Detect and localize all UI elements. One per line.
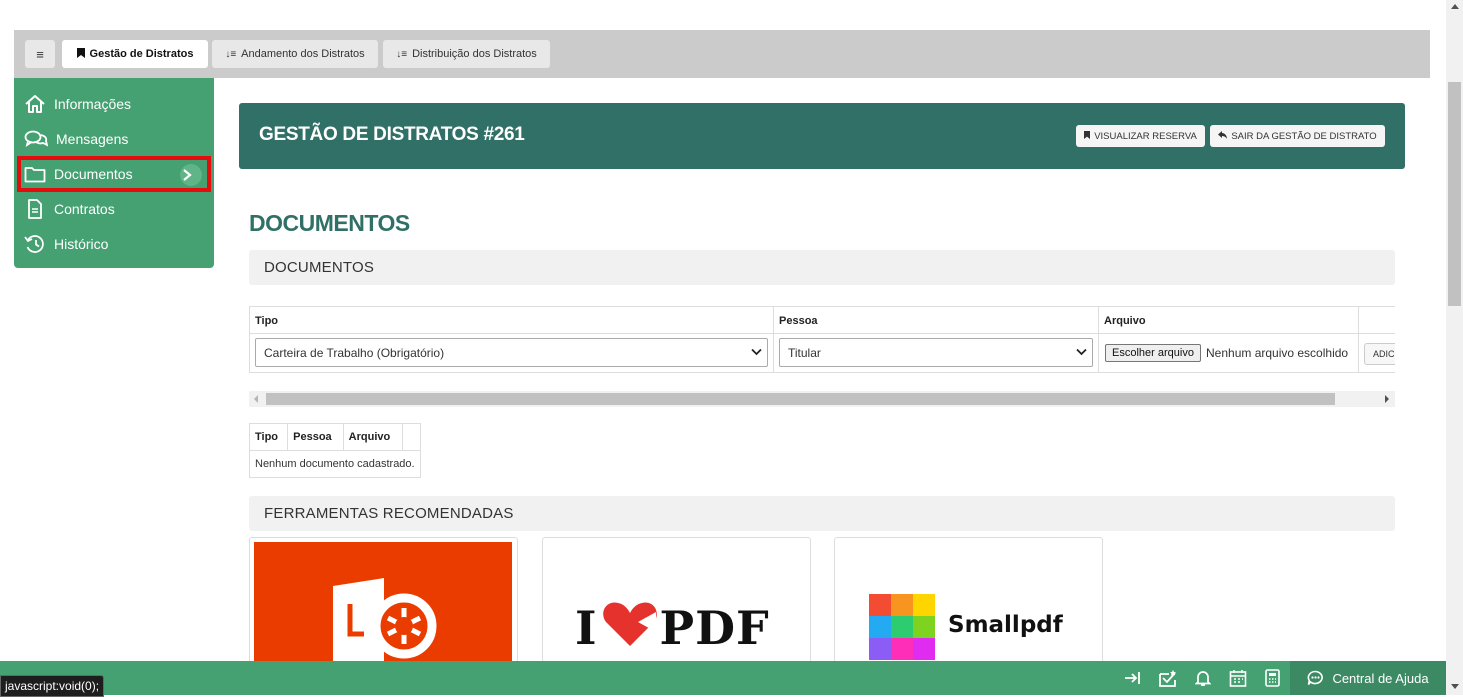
- tools-panel-header: FERRAMENTAS RECOMENDADAS: [249, 496, 1395, 531]
- column-header-action: [1358, 306, 1395, 334]
- help-center-button[interactable]: Central de Ajuda: [1290, 661, 1446, 695]
- sort-icon: ↓≡: [225, 48, 237, 60]
- sidebar-item-documentos[interactable]: Documentos: [17, 156, 211, 192]
- column-header-pessoa: Pessoa: [773, 306, 1099, 334]
- bottom-bar: Central de Ajuda: [0, 661, 1446, 695]
- scroll-right-arrow-icon[interactable]: [1385, 395, 1389, 403]
- sidebar-item-label: Histórico: [54, 236, 109, 252]
- scroll-up-arrow-icon[interactable]: [1451, 4, 1459, 9]
- scroll-down-arrow-icon[interactable]: [1451, 684, 1459, 689]
- reply-icon: [1218, 131, 1228, 141]
- ilovepdf-logo: I PDF: [575, 600, 770, 655]
- menu-toggle-button[interactable]: ≡: [25, 40, 55, 68]
- sidebar-item-informacoes[interactable]: Informações: [20, 89, 208, 119]
- column-header-action: [401, 423, 421, 451]
- calendar-star-icon[interactable]: [1158, 669, 1178, 687]
- page-header: GESTÃO DE DISTRATOS #261 VISUALIZAR RESE…: [239, 103, 1405, 169]
- column-header-pessoa: Pessoa: [287, 423, 344, 451]
- folder-icon: [24, 167, 46, 183]
- scrollbar-thumb[interactable]: [1448, 82, 1461, 306]
- collapse-right-icon[interactable]: [1124, 669, 1142, 687]
- scrollbar-thumb[interactable]: [266, 393, 1335, 405]
- horizontal-scrollbar[interactable]: [249, 391, 1395, 407]
- tool-card-ilovepdf[interactable]: I PDF: [542, 537, 811, 667]
- column-header-tipo: Tipo: [249, 306, 774, 334]
- vertical-scrollbar[interactable]: [1446, 0, 1463, 695]
- smallpdf-wordmark: Smallpdf: [948, 612, 1063, 638]
- button-label: SAIR DA GESTÃO DE DISTRATO: [1231, 130, 1377, 142]
- table-header-row: Tipo Pessoa Arquivo: [248, 423, 421, 451]
- table-row: Nenhum documento cadastrado.: [249, 450, 421, 478]
- empty-message: Nenhum documento cadastrado.: [249, 450, 421, 478]
- logo-text-pdf: PDF: [659, 601, 770, 655]
- add-button-clip: ADIC: [1359, 333, 1395, 373]
- bookmark-icon: [1084, 131, 1091, 141]
- tab-label: Distribuição dos Distratos: [412, 48, 537, 60]
- sidebar-item-contratos[interactable]: Contratos: [20, 194, 208, 224]
- file-status-text: Nenhum arquivo escolhido: [1206, 346, 1349, 360]
- sidebar-item-label: Documentos: [54, 166, 133, 182]
- status-bar-url: javascript:void(0);: [0, 675, 105, 697]
- tab-label: Andamento dos Distratos: [241, 48, 365, 60]
- bookmark-icon: [76, 47, 85, 61]
- tipo-select[interactable]: Carteira de Trabalho (Obrigatório): [255, 338, 768, 368]
- scroll-left-arrow-icon[interactable]: [254, 395, 258, 403]
- history-icon: [24, 235, 44, 253]
- tool-card-office-lens[interactable]: [249, 537, 518, 667]
- help-label: Central de Ajuda: [1332, 670, 1429, 686]
- logo-text-i: I: [575, 601, 598, 655]
- documents-table: Tipo Pessoa Arquivo Nenhum documento cad…: [248, 423, 421, 478]
- chat-dots-icon: [1308, 670, 1324, 685]
- home-icon: [25, 95, 45, 113]
- column-header-arquivo: Arquivo: [1098, 306, 1359, 334]
- sidebar-item-label: Mensagens: [56, 131, 129, 147]
- bell-icon[interactable]: [1195, 669, 1211, 687]
- column-header-tipo: Tipo: [248, 423, 289, 451]
- chevron-down-icon: [751, 348, 762, 356]
- tab-gestao-distratos[interactable]: Gestão de Distratos: [62, 40, 208, 68]
- calculator-icon[interactable]: [1265, 669, 1280, 687]
- calendar-icon[interactable]: [1229, 669, 1247, 687]
- panel-title: DOCUMENTOS: [264, 259, 375, 276]
- column-header-arquivo: Arquivo: [342, 423, 403, 451]
- pessoa-select-input[interactable]: Titular: [779, 338, 1093, 367]
- tab-bar: ≡ Gestão de Distratos ↓≡ Andamento dos D…: [14, 30, 1430, 78]
- file-text-icon: [28, 199, 42, 219]
- sidebar-item-historico[interactable]: Histórico: [20, 229, 208, 259]
- tab-distribuicao-distratos[interactable]: ↓≡ Distribuição dos Distratos: [383, 40, 550, 68]
- pessoa-select[interactable]: Titular: [779, 338, 1093, 368]
- tab-label: Gestão de Distratos: [89, 48, 194, 60]
- office-lens-logo: [254, 542, 512, 666]
- tool-card-smallpdf[interactable]: Smallpdf: [834, 537, 1103, 667]
- sidebar: Informações Mensagens Documentos Contrat…: [14, 78, 214, 268]
- documents-panel-header: DOCUMENTOS: [249, 250, 1395, 285]
- sidebar-item-mensagens[interactable]: Mensagens: [20, 124, 208, 154]
- button-label: VISUALIZAR RESERVA: [1094, 130, 1197, 142]
- panel-title: FERRAMENTAS RECOMENDADAS: [264, 505, 514, 522]
- tipo-select-input[interactable]: Carteira de Trabalho (Obrigatório): [255, 338, 768, 367]
- chevron-right-icon: [180, 164, 202, 186]
- sidebar-item-label: Contratos: [54, 201, 115, 217]
- tab-andamento-distratos[interactable]: ↓≡ Andamento dos Distratos: [212, 40, 378, 68]
- hamburger-icon: ≡: [36, 46, 44, 62]
- exit-distrato-button[interactable]: SAIR DA GESTÃO DE DISTRATO: [1210, 125, 1385, 147]
- choose-file-button[interactable]: Escolher arquivo: [1105, 344, 1201, 362]
- chevron-down-icon: [1076, 348, 1087, 356]
- sort-icon: ↓≡: [396, 48, 408, 60]
- section-title: DOCUMENTOS: [249, 210, 410, 236]
- heart-icon: [602, 602, 657, 646]
- view-reservation-button[interactable]: VISUALIZAR RESERVA: [1076, 125, 1205, 147]
- add-button[interactable]: ADIC: [1364, 343, 1395, 365]
- page-title: GESTÃO DE DISTRATOS #261: [259, 124, 525, 145]
- chat-icon: [24, 130, 48, 147]
- sidebar-item-label: Informações: [54, 96, 132, 112]
